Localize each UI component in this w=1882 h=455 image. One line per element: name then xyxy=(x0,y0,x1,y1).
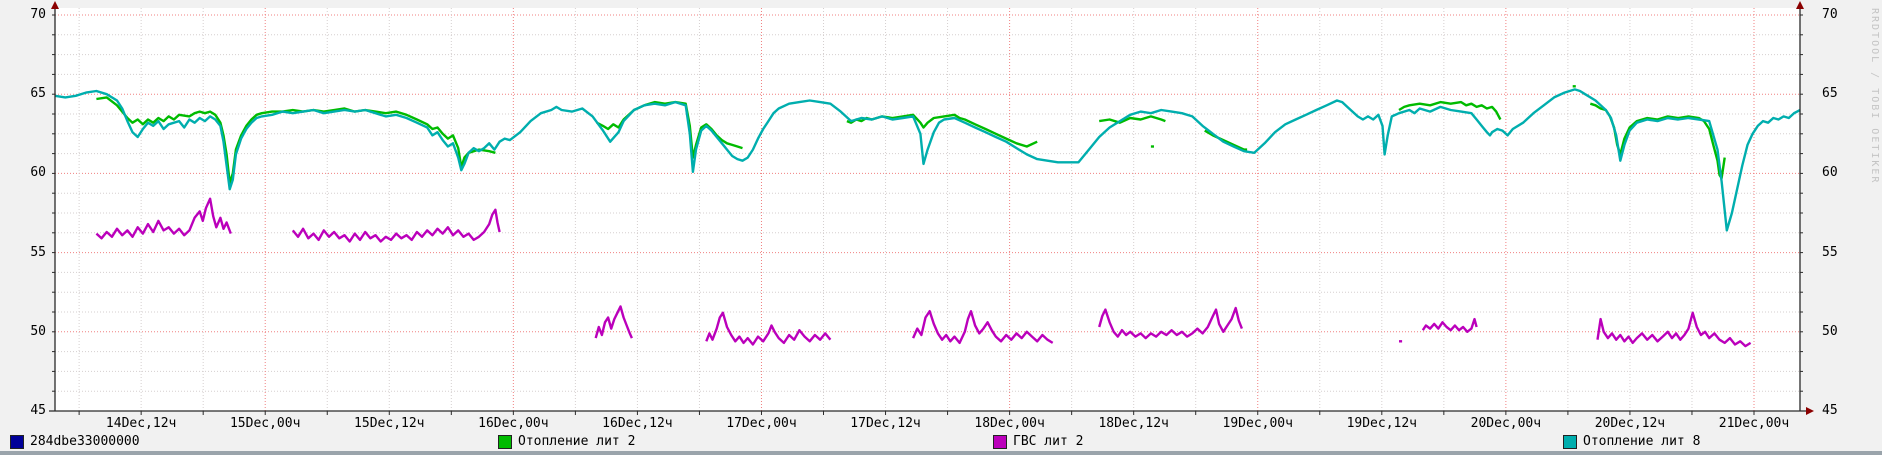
x-axis-label: 16Dec,12ч xyxy=(602,416,673,431)
legend-item: Отопление лит 8 xyxy=(1563,434,1700,449)
plot-area xyxy=(55,8,1800,411)
legend-swatch-icon xyxy=(10,434,24,449)
legend-swatch-icon xyxy=(498,434,512,449)
y-axis-label: 50 xyxy=(1822,323,1838,339)
rrdtool-watermark: RRDTOOL / TOBI OETIKER xyxy=(1869,8,1880,185)
arrow-up-right xyxy=(1796,1,1804,9)
x-axis-label: 19Dec,12ч xyxy=(1346,416,1418,431)
x-axis-label: 14Dec,12ч xyxy=(105,416,177,431)
arrow-right xyxy=(1806,407,1814,415)
arrow-up-left xyxy=(51,1,59,9)
y-axis-label: 45 xyxy=(1822,403,1838,418)
x-axis-label: 17Dec,12ч xyxy=(850,416,921,431)
x-axis-label: 18Dec,12ч xyxy=(1098,416,1169,431)
y-axis-label: 55 xyxy=(1822,244,1838,260)
legend-label: 284dbe33000000 xyxy=(30,434,140,449)
x-axis-label: 18Dec,00ч xyxy=(974,416,1045,431)
legend-swatch-icon xyxy=(993,434,1007,449)
y-axis-label: 70 xyxy=(30,7,46,22)
y-axis-label: 50 xyxy=(30,323,46,339)
y-axis-label: 55 xyxy=(30,244,46,260)
legend-item: ГВС лит 2 xyxy=(993,434,1083,449)
x-axis-label: 15Dec,00ч xyxy=(229,416,301,431)
x-axis-label: 20Dec,12ч xyxy=(1594,416,1666,431)
x-axis-label: 19Dec,00ч xyxy=(1222,416,1293,431)
legend-item: 284dbe33000000 xyxy=(10,434,140,449)
y-axis-label: 70 xyxy=(1822,7,1838,22)
y-axis-label: 65 xyxy=(1822,86,1838,102)
legend-item: Отопление лит 2 xyxy=(498,434,635,449)
x-axis-label: 21Dec,00ч xyxy=(1718,416,1790,431)
x-axis-label: 16Dec,00ч xyxy=(478,416,549,431)
bottom-strip xyxy=(0,451,1882,455)
legend-label: Отопление лит 8 xyxy=(1583,434,1701,449)
rrd-graph: 70 65 60 55 50 45 70 65 60 55 50 45 14Dec,12ч 15Dec… xyxy=(0,0,1882,455)
y-axis-label: 45 xyxy=(30,403,46,418)
legend-label: Отопление лит 2 xyxy=(518,434,636,449)
y-axis-label: 65 xyxy=(30,86,46,102)
y-axis-label: 60 xyxy=(1822,165,1838,181)
x-axis-label: 15Dec,12ч xyxy=(354,416,425,431)
y-axis-label: 60 xyxy=(30,165,46,181)
legend-swatch-icon xyxy=(1563,434,1577,449)
x-axis-label: 17Dec,00ч xyxy=(726,416,797,431)
legend-label: ГВС лит 2 xyxy=(1013,434,1084,449)
x-axis-label: 20Dec,00ч xyxy=(1470,416,1542,431)
chart-canvas xyxy=(49,1,1814,415)
